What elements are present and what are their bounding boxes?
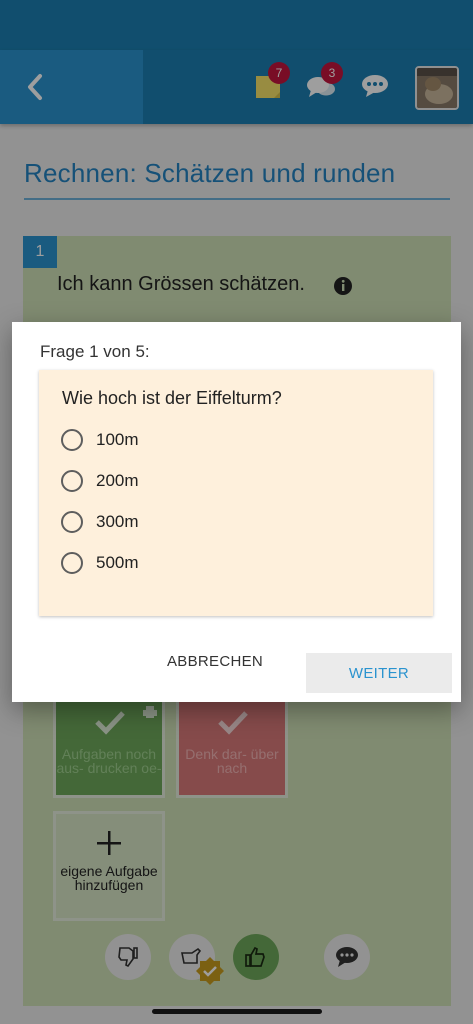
cancel-button[interactable]: ABBRECHEN [167,653,263,670]
option-label: 500m [96,553,139,572]
question-box: Wie hoch ist der Eiffelturm? 100m 200m 3… [39,370,433,616]
answer-option-500m[interactable]: 500m [61,548,139,578]
radio-button[interactable] [61,470,83,492]
next-button[interactable]: WEITER [306,653,452,693]
question-text: Wie hoch ist der Eiffelturm? [62,388,282,408]
quiz-dialog: Frage 1 von 5: Wie hoch ist der Eiffeltu… [12,322,461,702]
radio-button[interactable] [61,511,83,533]
option-label: 300m [96,512,139,531]
answer-option-100m[interactable]: 100m [61,425,139,455]
dialog-title: Frage 1 von 5: [40,342,150,361]
answer-option-300m[interactable]: 300m [61,507,139,537]
option-label: 200m [96,471,139,490]
answer-option-200m[interactable]: 200m [61,466,139,496]
radio-button[interactable] [61,552,83,574]
option-label: 100m [96,430,139,449]
radio-button[interactable] [61,429,83,451]
home-indicator [152,1009,322,1014]
